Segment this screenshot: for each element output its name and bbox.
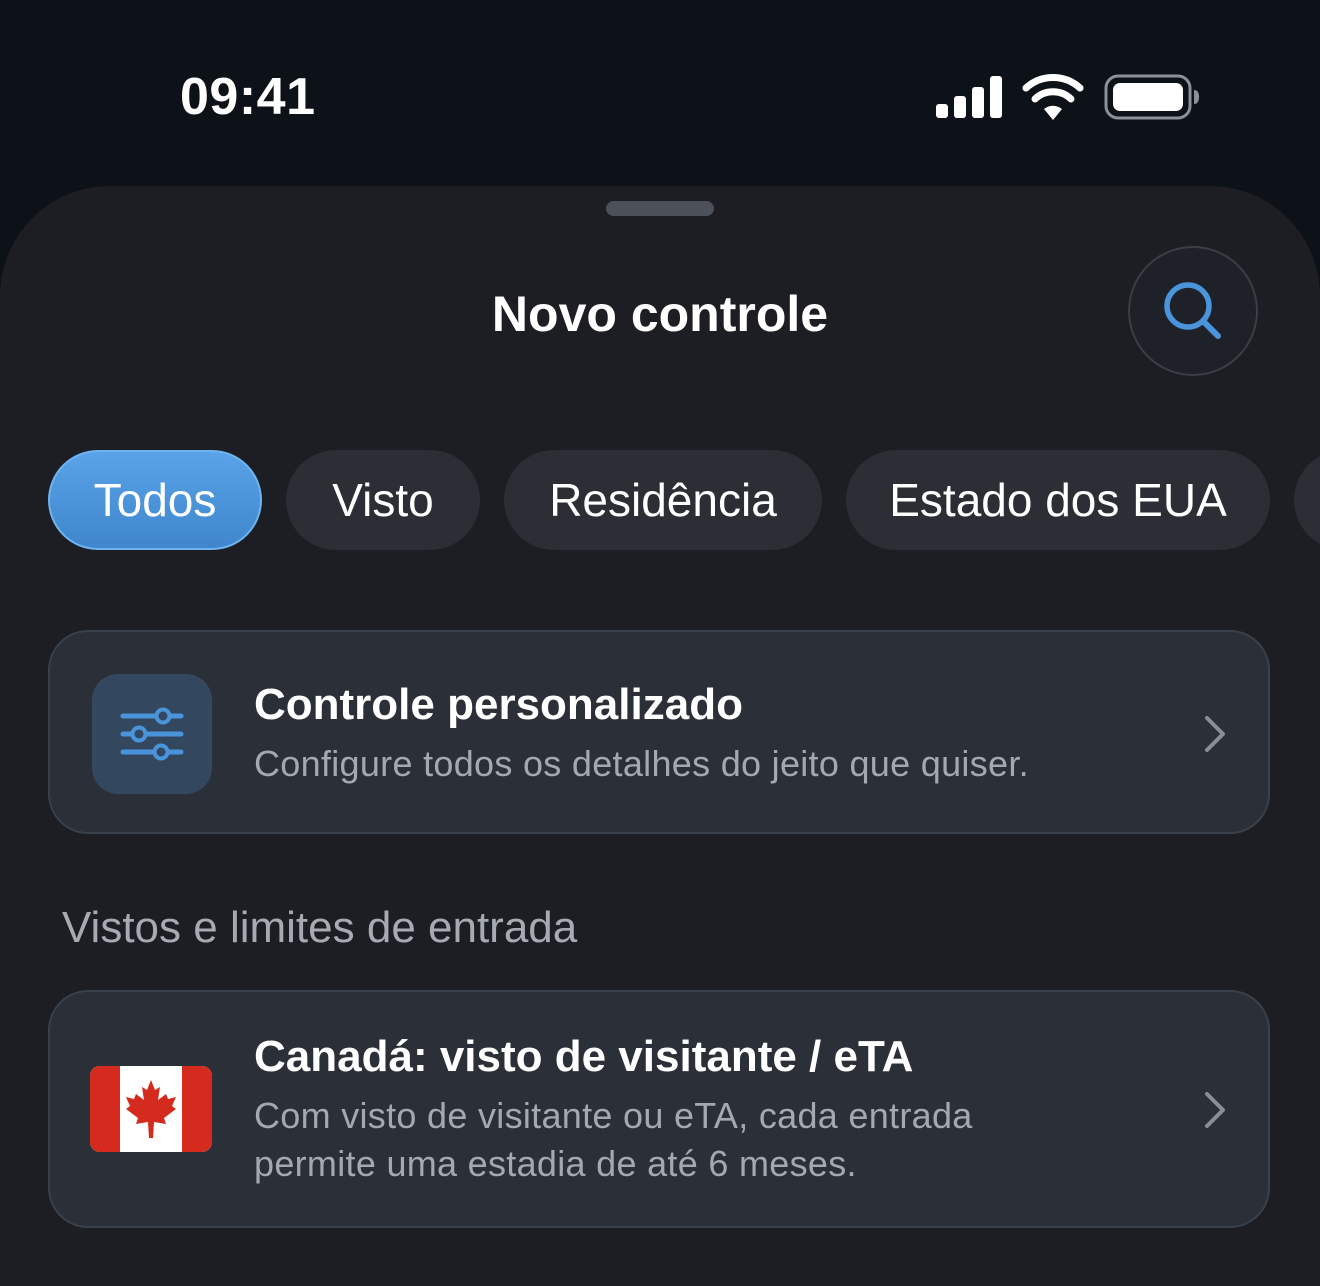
custom-control-subtitle: Configure todos os detalhes do jeito que… <box>254 743 1029 784</box>
custom-control-title: Controle personalizado <box>254 680 743 729</box>
filter-chips: Todos Visto Residência Estado dos EUA <box>48 450 1320 550</box>
battery-icon <box>1104 74 1199 120</box>
chip-residencia[interactable]: Residência <box>504 450 822 550</box>
sheet-grabber[interactable] <box>606 201 714 216</box>
page-title: Novo controle <box>491 286 829 342</box>
section-header: Vistos e limites de entrada <box>62 903 578 952</box>
chevron-right-icon <box>1205 1092 1225 1128</box>
canada-card-subtitle-line2: permite uma estadia de até 6 meses. <box>254 1143 857 1184</box>
search-button[interactable] <box>1128 246 1258 376</box>
canada-visa-card[interactable]: Canadá: visto de visitante / eTA Com vis… <box>48 990 1270 1228</box>
canada-flag-icon <box>90 1066 212 1152</box>
chip-overflow[interactable] <box>1294 450 1320 550</box>
search-icon <box>1164 282 1221 339</box>
custom-control-icon-box <box>92 674 212 794</box>
canada-card-title: Canadá: visto de visitante / eTA <box>254 1032 914 1081</box>
custom-control-card[interactable]: Controle personalizado Configure todos o… <box>48 630 1270 834</box>
wifi-icon <box>1022 74 1084 120</box>
signal-icon <box>936 76 1002 118</box>
sliders-icon <box>120 707 184 761</box>
canada-card-subtitle-line1: Com visto de visitante ou eTA, cada entr… <box>254 1095 973 1136</box>
chevron-right-icon <box>1205 716 1225 752</box>
chip-visto[interactable]: Visto <box>286 450 480 550</box>
chip-todos[interactable]: Todos <box>48 450 262 550</box>
status-time: 09:41 <box>180 68 316 126</box>
chip-estado-dos-eua[interactable]: Estado dos EUA <box>846 450 1270 550</box>
